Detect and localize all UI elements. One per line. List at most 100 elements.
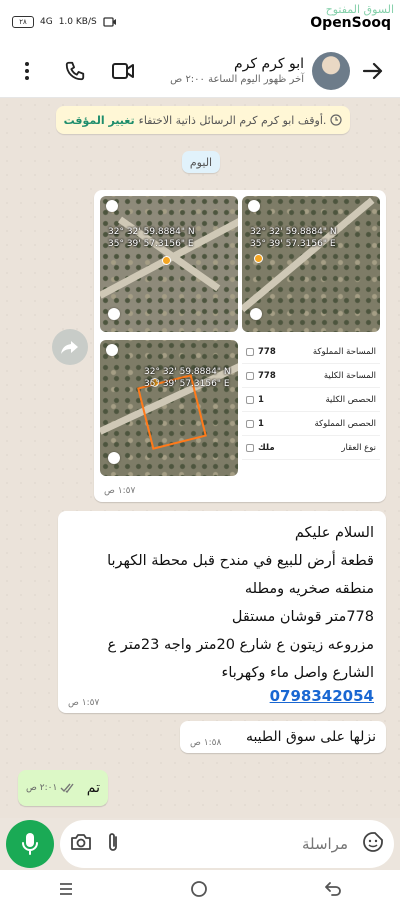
incoming-message[interactable]: السلام عليكم قطعة أرض للبيع في مندح قبل … bbox=[58, 511, 386, 713]
latitude: 32° 32' 59.8884" N bbox=[250, 227, 337, 237]
map-photo-3[interactable]: 32° 32' 59.8884" N 35° 39' 57.3156" E bbox=[100, 340, 238, 476]
notification-icon bbox=[103, 17, 116, 27]
system-nav-bar bbox=[0, 870, 400, 911]
property-row: 1 الحصص الكلية bbox=[242, 388, 380, 412]
property-value: 1 bbox=[246, 395, 264, 405]
emoji-button[interactable] bbox=[362, 831, 384, 857]
network-indicator: 4G bbox=[40, 17, 53, 27]
property-row: ملك نوع العقار bbox=[242, 436, 380, 460]
incoming-message[interactable]: نزلها على سوق الطيبه ١:٥٨ ص bbox=[180, 721, 386, 753]
message-time: ١:٥٨ ص bbox=[190, 738, 222, 748]
battery-icon: ٢٨ bbox=[12, 16, 34, 28]
notice-text: أوقف ابو كرم كرم الرسائل ذاتية الاختفاء. bbox=[138, 113, 327, 127]
message-time: ١:٥٧ ص bbox=[68, 698, 100, 708]
voice-record-button[interactable] bbox=[6, 820, 54, 868]
message-input[interactable] bbox=[134, 835, 348, 853]
property-value: 778 bbox=[246, 371, 276, 381]
brand-latin: OpenSooq bbox=[307, 15, 394, 31]
more-options-button[interactable] bbox=[12, 56, 42, 86]
header-actions bbox=[12, 56, 138, 86]
timer-icon bbox=[330, 114, 342, 126]
back-icon bbox=[325, 881, 341, 896]
coordinates-label: 32° 32' 59.8884" N 35° 39' 57.3156" E bbox=[144, 366, 231, 390]
opensooq-watermark: السوق المفتوح OpenSooq bbox=[307, 4, 394, 31]
day-separator: اليوم bbox=[182, 151, 220, 173]
forward-icon bbox=[61, 341, 78, 354]
microphone-icon bbox=[22, 833, 38, 855]
home-button[interactable] bbox=[190, 880, 208, 902]
message-text: نزلها على سوق الطيبه bbox=[245, 729, 376, 745]
location-pin-icon bbox=[254, 254, 263, 263]
message-text: تم bbox=[86, 780, 100, 796]
coordinates-label: 32° 32' 59.8884" N 35° 39' 57.3156" E bbox=[250, 226, 337, 250]
latitude: 32° 32' 59.8884" N bbox=[108, 227, 195, 237]
message-line: الشارع واصل ماء وكهرباء bbox=[221, 665, 374, 681]
phone-icon bbox=[65, 61, 85, 80]
recents-icon bbox=[60, 883, 72, 895]
location-pin-icon bbox=[162, 256, 171, 265]
property-row: 778 المساحة الكلية bbox=[242, 364, 380, 388]
camera-icon bbox=[71, 834, 91, 850]
voice-call-button[interactable] bbox=[60, 56, 90, 86]
property-label: الحصص الكلية bbox=[325, 394, 376, 405]
longitude: 35° 39' 57.3156" E bbox=[108, 239, 194, 249]
message-line: منطقه صخريه ومطله bbox=[244, 581, 374, 597]
arrow-right-icon bbox=[362, 62, 383, 79]
status-bar: ٢٨ 4G 1.0 KB/S السوق المفتوح OpenSooq bbox=[0, 0, 400, 44]
attach-button[interactable] bbox=[106, 831, 120, 857]
message-time: ١:٥٧ ص bbox=[104, 486, 136, 496]
home-icon bbox=[191, 880, 207, 897]
map-control-icon bbox=[248, 200, 260, 212]
property-details-photo[interactable]: 778 المساحة المملوكة 778 المساحة الكلية … bbox=[242, 340, 380, 476]
double-check-icon bbox=[60, 783, 74, 793]
kebab-menu-icon bbox=[25, 61, 29, 80]
contact-info[interactable]: ابو كرم كرم آخر ظهور اليوم الساعة ٢:٠٠ ص bbox=[138, 51, 350, 90]
property-value: 778 bbox=[246, 347, 276, 357]
coordinates-label: 32° 32' 59.8884" N 35° 39' 57.3156" E bbox=[108, 226, 195, 250]
chat-area[interactable]: تغيير المؤقت أوقف ابو كرم كرم الرسائل ذا… bbox=[0, 98, 400, 818]
map-control-icon bbox=[250, 308, 262, 320]
latitude: 32° 32' 59.8884" N bbox=[144, 367, 231, 377]
outgoing-message[interactable]: تم ٢:٠١ ص bbox=[18, 770, 108, 806]
status-left: ٢٨ 4G 1.0 KB/S bbox=[12, 16, 117, 28]
sticker-icon bbox=[363, 832, 383, 852]
property-value: ملك bbox=[246, 443, 275, 453]
image-album-message[interactable]: 32° 32' 59.8884" N 35° 39' 57.3156" E 32… bbox=[94, 190, 386, 502]
property-row: 1 الحصص المملوكة bbox=[242, 412, 380, 436]
phone-number-link[interactable]: 0798342054 bbox=[68, 687, 374, 705]
paperclip-icon bbox=[109, 833, 117, 851]
map-control-icon bbox=[106, 344, 118, 356]
system-back-button[interactable] bbox=[324, 881, 342, 901]
message-line: مزروعه زيتون ع شارع 20متر واجه 23متر ع bbox=[107, 637, 374, 653]
message-line: السلام عليكم bbox=[294, 525, 374, 541]
map-photo-1[interactable]: 32° 32' 59.8884" N 35° 39' 57.3156" E bbox=[100, 196, 238, 332]
message-input-box[interactable] bbox=[60, 820, 394, 868]
map-control-icon bbox=[108, 308, 120, 320]
property-value: 1 bbox=[246, 419, 264, 429]
camera-button[interactable] bbox=[70, 833, 92, 855]
property-label: المساحة المملوكة bbox=[312, 346, 376, 357]
disappearing-messages-notice[interactable]: تغيير المؤقت أوقف ابو كرم كرم الرسائل ذا… bbox=[56, 106, 350, 134]
brand-arabic: السوق المفتوح bbox=[325, 3, 394, 16]
map-photo-2[interactable]: 32° 32' 59.8884" N 35° 39' 57.3156" E bbox=[242, 196, 380, 332]
message-line: 778متر قوشان مستقل bbox=[231, 609, 374, 625]
longitude: 35° 39' 57.3156" E bbox=[250, 239, 336, 249]
map-control-icon bbox=[106, 200, 118, 212]
back-button[interactable] bbox=[358, 56, 388, 86]
property-label: المساحة الكلية bbox=[323, 370, 376, 381]
battery-level: ٢٨ bbox=[19, 18, 27, 26]
contact-name: ابو كرم كرم bbox=[233, 56, 304, 72]
change-timer-link[interactable]: تغيير المؤقت bbox=[64, 114, 135, 127]
message-composer bbox=[0, 818, 400, 870]
video-camera-icon bbox=[112, 62, 134, 79]
property-row: 778 المساحة المملوكة bbox=[242, 340, 380, 364]
recent-apps-button[interactable] bbox=[58, 881, 74, 900]
chat-header: ابو كرم كرم آخر ظهور اليوم الساعة ٢:٠٠ ص bbox=[0, 44, 400, 98]
property-label: الحصص المملوكة bbox=[314, 418, 376, 429]
forward-button[interactable] bbox=[52, 329, 88, 365]
property-label: نوع العقار bbox=[341, 442, 376, 453]
avatar[interactable] bbox=[312, 51, 350, 90]
message-line: قطعة أرض للبيع في مندح قبل محطة الكهربا bbox=[107, 553, 374, 569]
video-call-button[interactable] bbox=[108, 56, 138, 86]
map-control-icon bbox=[108, 452, 120, 464]
